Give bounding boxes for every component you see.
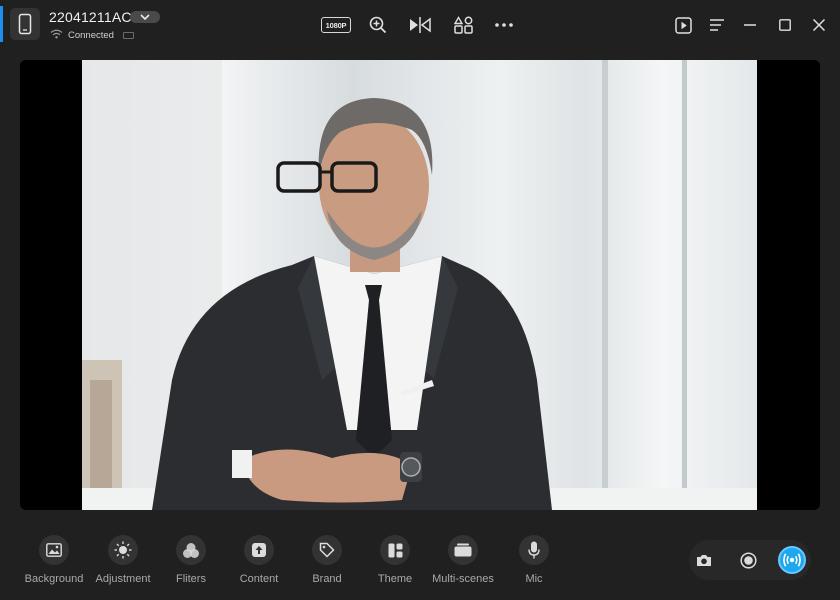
phone-icon xyxy=(18,13,32,35)
camera-icon xyxy=(697,554,711,566)
device-name: 22041211AC xyxy=(49,9,132,25)
title-bar: 22041211AC Connected 1080P xyxy=(0,0,840,50)
upload-content-icon xyxy=(252,543,266,557)
menu-button[interactable] xyxy=(707,14,727,36)
zoom-in-icon xyxy=(369,16,387,34)
tool-label: Mic xyxy=(525,573,543,585)
tool-background[interactable]: Background xyxy=(14,535,94,585)
phone-device-button[interactable] xyxy=(10,8,40,40)
microphone-icon xyxy=(528,541,540,559)
menu-icon xyxy=(710,19,724,31)
wifi-icon xyxy=(50,29,63,39)
camera-preview xyxy=(20,60,820,510)
mirror-flip-icon xyxy=(410,17,431,33)
record-icon xyxy=(739,551,757,569)
device-dropdown[interactable] xyxy=(130,11,160,23)
tool-label: Background xyxy=(24,573,84,585)
live-stream-button[interactable] xyxy=(778,546,806,574)
more-options-button[interactable] xyxy=(493,14,515,36)
tool-mic[interactable]: Mic xyxy=(494,535,574,585)
snapshot-button[interactable] xyxy=(690,546,718,574)
resolution-button[interactable]: 1080P xyxy=(321,17,351,33)
active-indicator xyxy=(0,6,3,42)
record-button[interactable] xyxy=(734,546,762,574)
chevron-down-icon xyxy=(140,14,150,20)
play-video-icon xyxy=(674,16,692,34)
widgets-button[interactable] xyxy=(451,14,475,36)
broadcast-icon xyxy=(783,553,801,567)
widgets-icon xyxy=(453,15,473,34)
image-icon xyxy=(46,543,62,557)
theme-layout-icon xyxy=(388,543,402,557)
zoom-in-button[interactable] xyxy=(366,14,390,36)
close-button[interactable] xyxy=(809,14,829,36)
connection-status: Connected xyxy=(68,30,114,41)
tag-icon xyxy=(319,542,335,558)
battery-icon xyxy=(123,32,134,39)
tool-multi-scenes[interactable]: Multi-scenes xyxy=(423,535,503,585)
more-horizontal-icon xyxy=(495,23,513,27)
close-icon xyxy=(813,19,825,31)
scenes-icon xyxy=(454,543,472,557)
mirror-button[interactable] xyxy=(408,14,432,36)
minimize-button[interactable] xyxy=(740,14,760,36)
brightness-icon xyxy=(114,541,132,559)
minimize-icon xyxy=(744,24,756,26)
maximize-icon xyxy=(779,19,791,31)
maximize-button[interactable] xyxy=(775,14,795,36)
person-illustration xyxy=(82,60,757,510)
camera-feed-image xyxy=(82,60,757,510)
tool-label: Multi-scenes xyxy=(432,573,494,585)
playback-button[interactable] xyxy=(673,14,693,36)
filters-icon xyxy=(183,542,199,558)
